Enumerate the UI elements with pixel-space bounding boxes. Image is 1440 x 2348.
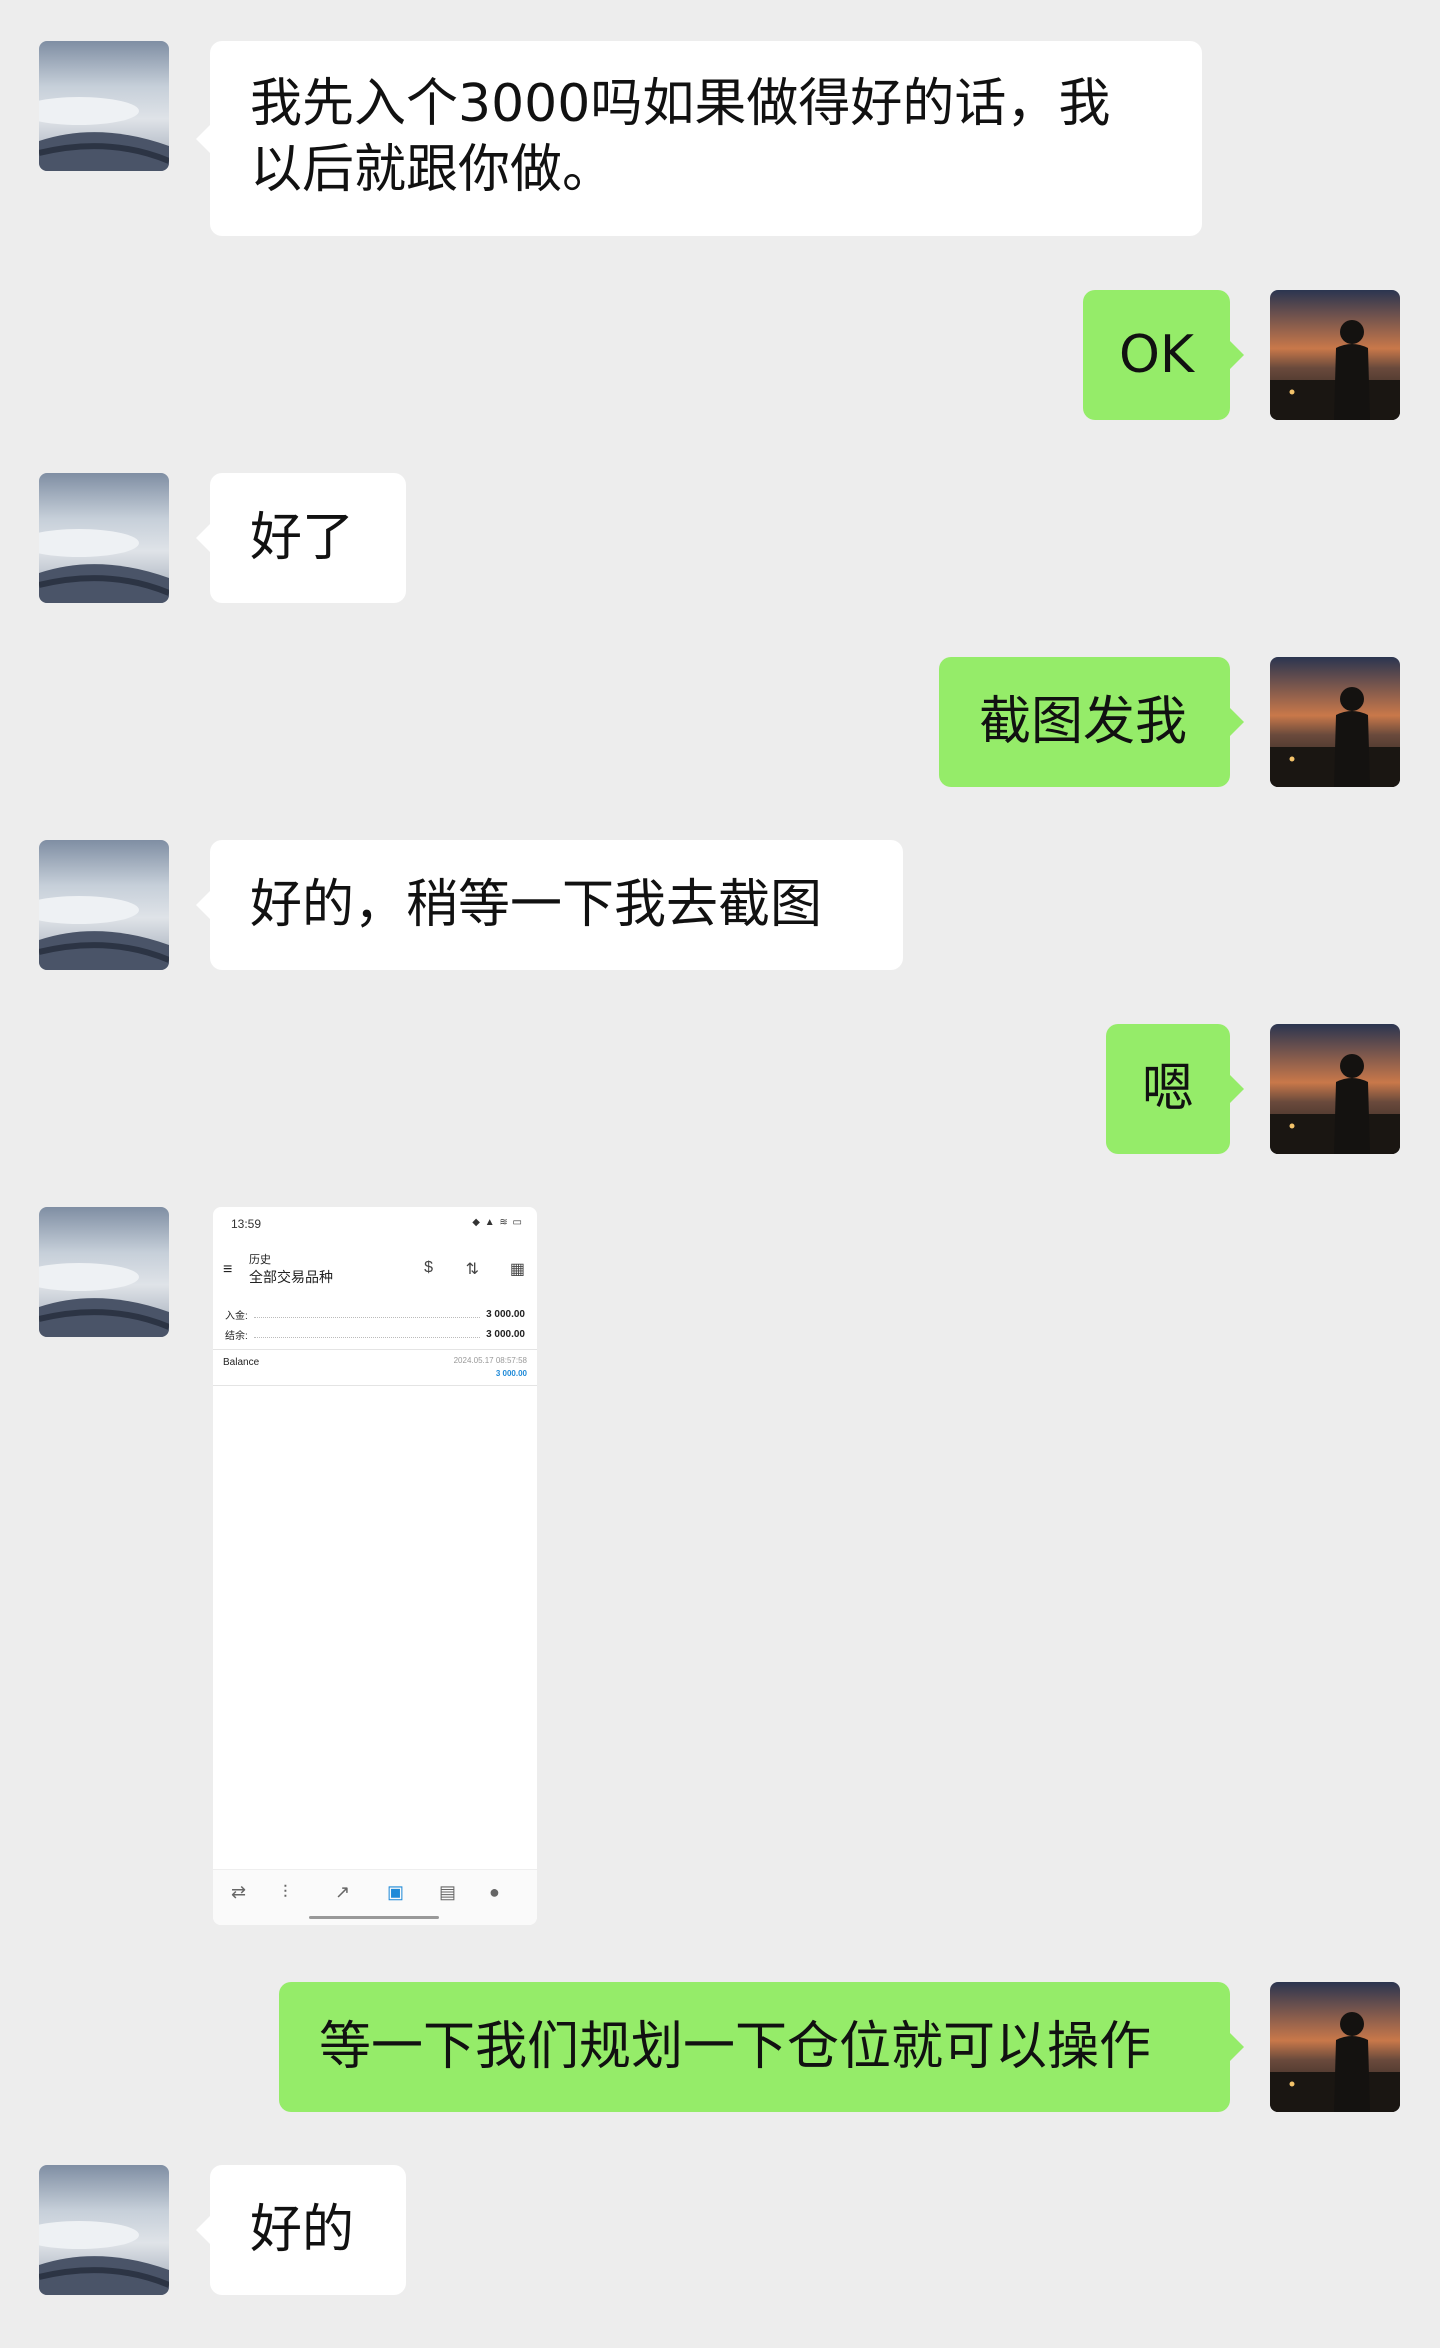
message-bubble-incoming[interactable]: 好的，稍等一下我去截图 <box>196 840 903 970</box>
bottom-nav: ⇄ ⫶ ↗ ▣ ▤ ● <box>213 1869 537 1925</box>
balance-row: 结余: 3 000.00 <box>225 1327 525 1342</box>
message-text: 好的 <box>250 2200 355 2260</box>
divider <box>213 1349 537 1350</box>
message-text: 等一下我们规划一下仓位就可以操作 <box>319 2017 1152 2077</box>
screen-subtitle: 全部交易品种 <box>249 1269 333 1285</box>
trade-icon: ↗ <box>335 1882 351 1902</box>
message-text: 好的，稍等一下我去截图 <box>250 875 823 935</box>
row-label: 入金: <box>225 1311 248 1322</box>
calendar-icon: ▦ <box>509 1261 525 1278</box>
screenshot-image-message[interactable]: 13:59 ◆ ▲ ≋ ▭ ≡ 历史 全部交易品种 $ ⇅ ▦ 入金: 3 00… <box>213 1207 537 1925</box>
row-value: 3 000.00 <box>486 1309 525 1320</box>
my-avatar[interactable] <box>1270 657 1400 787</box>
row-label: 结余: <box>225 1331 248 1342</box>
balance-entry-label: Balance <box>223 1357 260 1368</box>
chat-icon: ● <box>489 1882 500 1902</box>
chart-icon: ⫶ <box>283 1882 288 1902</box>
message-text: 好了 <box>250 508 355 568</box>
my-avatar[interactable] <box>1270 1982 1400 2112</box>
message-text: 我先入个3000吗如果做得好的话，我以后就跟你做。 <box>250 74 1111 200</box>
message-bubble-incoming[interactable]: 好的 <box>196 2165 406 2295</box>
message-text: 截图发我 <box>979 692 1188 752</box>
hamburger-icon: ≡ <box>223 1261 233 1278</box>
home-indicator <box>309 1916 439 1919</box>
contact-avatar[interactable] <box>39 2165 169 2295</box>
message-bubble-incoming[interactable]: 好了 <box>196 473 406 603</box>
message-bubble-outgoing[interactable]: 嗯 <box>1106 1024 1244 1154</box>
dollar-swap-icon: $ <box>424 1259 433 1276</box>
row-value: 3 000.00 <box>486 1329 525 1340</box>
quotes-icon: ⇄ <box>231 1882 247 1902</box>
message-bubble-outgoing[interactable]: 截图发我 <box>939 657 1244 787</box>
message-bubble-outgoing[interactable]: OK <box>1083 290 1244 420</box>
status-time: 13:59 <box>231 1217 262 1231</box>
contact-avatar[interactable] <box>39 1207 169 1337</box>
news-icon: ▤ <box>439 1882 457 1902</box>
balance-entry-time: 2024.05.17 08:57:58 <box>453 1356 527 1365</box>
screen-title: 历史 <box>249 1254 271 1266</box>
my-avatar[interactable] <box>1270 1024 1400 1154</box>
divider <box>213 1385 537 1386</box>
my-avatar[interactable] <box>1270 290 1400 420</box>
message-text: OK <box>1118 325 1195 385</box>
status-icons: ◆ ▲ ≋ ▭ <box>472 1217 523 1228</box>
contact-avatar[interactable] <box>39 41 169 171</box>
contact-avatar[interactable] <box>39 473 169 603</box>
sort-icon: ⇅ <box>465 1261 479 1278</box>
message-text: 嗯 <box>1142 1059 1195 1119</box>
contact-avatar[interactable] <box>39 840 169 970</box>
balance-entry-value: 3 000.00 <box>495 1369 527 1378</box>
deposit-row: 入金: 3 000.00 <box>225 1307 525 1322</box>
message-bubble-incoming[interactable]: 我先入个3000吗如果做得好的话，我以后就跟你做。 <box>196 41 1202 236</box>
message-bubble-outgoing[interactable]: 等一下我们规划一下仓位就可以操作 <box>279 1982 1244 2112</box>
history-icon: ▣ <box>387 1882 405 1902</box>
